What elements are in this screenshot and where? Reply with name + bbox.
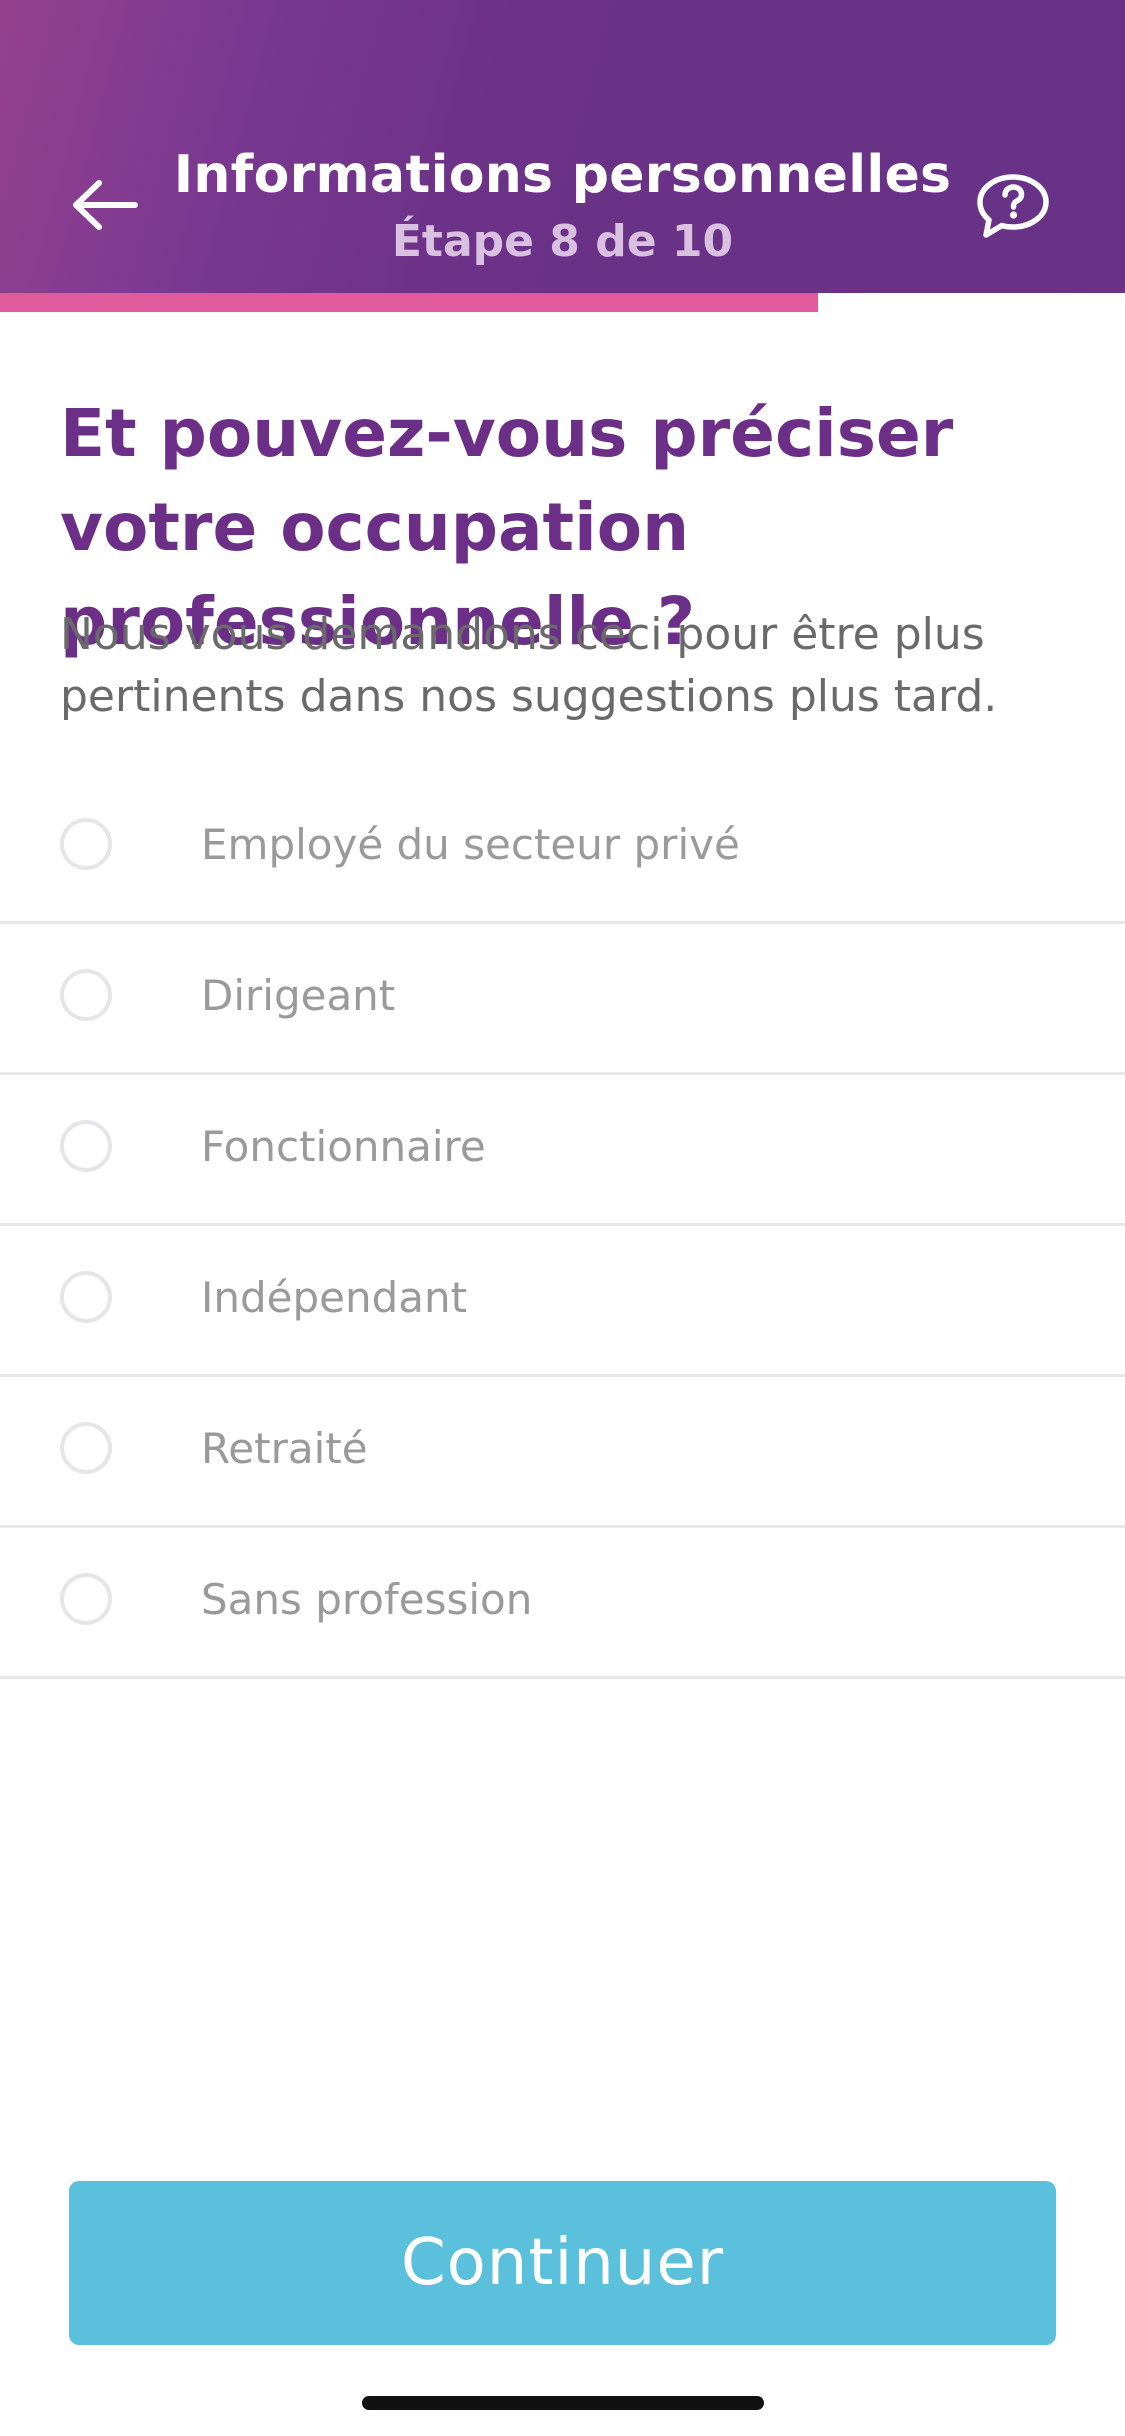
option-fonctionnaire[interactable]: Fonctionnaire [0, 1075, 1125, 1226]
arrow-left-icon [73, 180, 138, 230]
radio-button[interactable] [60, 818, 112, 870]
option-label: Dirigeant [201, 971, 396, 1020]
option-sans-profession[interactable]: Sans profession [0, 1528, 1125, 1679]
radio-button[interactable] [60, 1573, 112, 1625]
occupation-options: Employé du secteur privé Dirigeant Fonct… [0, 773, 1125, 1679]
help-button[interactable] [968, 166, 1058, 246]
page-title: Informations personnelles [173, 145, 952, 205]
header: Informations personnelles Étape 8 de 10 [0, 0, 1125, 293]
option-label: Retraité [201, 1424, 368, 1473]
home-indicator [362, 2396, 764, 2410]
option-independant[interactable]: Indépendant [0, 1226, 1125, 1377]
option-label: Sans profession [201, 1575, 533, 1624]
option-label: Employé du secteur privé [201, 820, 740, 869]
option-retraite[interactable]: Retraité [0, 1377, 1125, 1528]
back-button[interactable] [60, 165, 150, 245]
progress-bar-fill [0, 293, 818, 312]
continue-button[interactable]: Continuer [69, 2181, 1056, 2345]
speech-bubble-question-icon [977, 174, 1049, 238]
option-dirigeant[interactable]: Dirigeant [0, 924, 1125, 1075]
radio-button[interactable] [60, 969, 112, 1021]
radio-button[interactable] [60, 1120, 112, 1172]
screen: Informations personnelles Étape 8 de 10 … [0, 0, 1125, 2436]
radio-button[interactable] [60, 1271, 112, 1323]
question-description: Nous vous demandons ceci pour être plus … [60, 609, 998, 722]
radio-button[interactable] [60, 1422, 112, 1474]
step-indicator: Étape 8 de 10 [391, 216, 734, 267]
option-label: Fonctionnaire [201, 1122, 486, 1171]
option-label: Indépendant [201, 1273, 468, 1322]
option-employe-secteur-prive[interactable]: Employé du secteur privé [0, 773, 1125, 924]
progress-bar [0, 293, 1125, 312]
